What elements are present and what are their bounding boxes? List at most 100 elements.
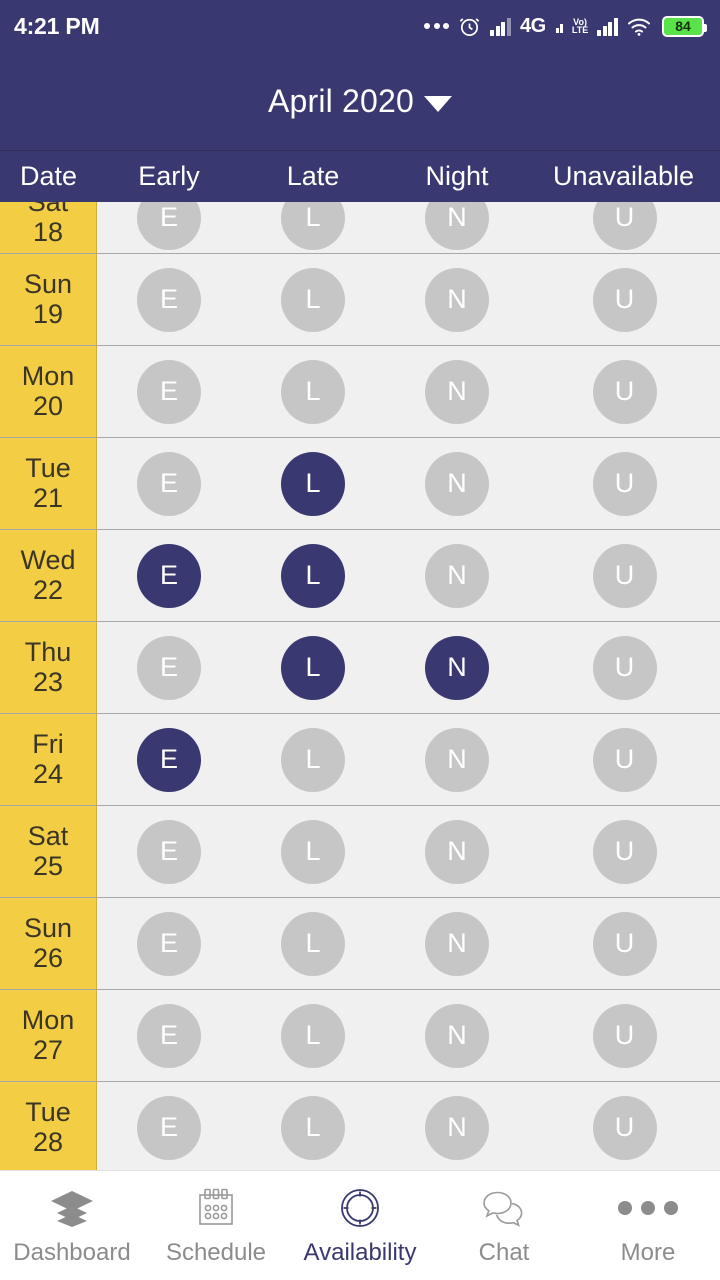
slot-cell-unavailable[interactable]: U — [529, 346, 720, 437]
slot-cell-unavailable[interactable]: U — [529, 806, 720, 897]
slot-toggle-early[interactable]: E — [137, 202, 201, 250]
nav-item-dashboard[interactable]: Dashboard — [0, 1171, 144, 1280]
date-cell: Mon 27 — [0, 990, 97, 1081]
slot-cell-late[interactable]: L — [241, 990, 385, 1081]
slot-toggle-early[interactable]: E — [137, 1003, 201, 1068]
slot-cell-unavailable[interactable]: U — [529, 714, 720, 805]
slot-toggle-unavailable[interactable]: U — [592, 635, 657, 700]
slot-toggle-late[interactable]: L — [281, 1003, 345, 1068]
slot-cell-night[interactable]: N — [385, 202, 529, 253]
slot-cell-unavailable[interactable]: U — [529, 990, 720, 1081]
slot-cell-night[interactable]: N — [385, 622, 529, 713]
slot-toggle-early[interactable]: E — [137, 1095, 201, 1160]
slot-toggle-late[interactable]: L — [281, 543, 345, 608]
slot-toggle-unavailable[interactable]: U — [592, 202, 657, 250]
slot-toggle-late[interactable]: L — [281, 202, 345, 250]
slot-toggle-unavailable[interactable]: U — [592, 451, 657, 516]
nav-item-more[interactable]: More — [576, 1171, 720, 1280]
slot-cell-night[interactable]: N — [385, 254, 529, 345]
nav-item-chat[interactable]: Chat — [432, 1171, 576, 1280]
date-day-number: 21 — [32, 482, 64, 513]
slot-cell-unavailable[interactable]: U — [529, 530, 720, 621]
slot-toggle-early[interactable]: E — [137, 819, 201, 884]
slot-toggle-early[interactable]: E — [137, 635, 201, 700]
slot-cell-unavailable[interactable]: U — [529, 1082, 720, 1170]
nav-item-availability[interactable]: Availability — [288, 1171, 432, 1280]
slot-cell-night[interactable]: N — [385, 990, 529, 1081]
slot-cell-unavailable[interactable]: U — [529, 438, 720, 529]
slot-toggle-night[interactable]: N — [425, 267, 489, 332]
slot-toggle-unavailable[interactable]: U — [592, 1095, 657, 1160]
slot-cell-early[interactable]: E — [97, 990, 241, 1081]
slot-toggle-unavailable[interactable]: U — [592, 819, 657, 884]
alarm-clock-icon — [458, 15, 481, 38]
slot-toggle-unavailable[interactable]: U — [592, 911, 657, 976]
slot-cell-night[interactable]: N — [385, 346, 529, 437]
availability-table[interactable]: Sat 18 E L N U Sun 19 E L N U Mon 20 E L N U Tue 21 E L N U Wed 2… — [0, 202, 720, 1170]
slot-toggle-early[interactable]: E — [137, 267, 201, 332]
slot-toggle-late[interactable]: L — [281, 911, 345, 976]
slot-toggle-unavailable[interactable]: U — [592, 727, 657, 792]
slot-cell-night[interactable]: N — [385, 898, 529, 989]
slot-cell-night[interactable]: N — [385, 530, 529, 621]
slot-toggle-late[interactable]: L — [281, 727, 345, 792]
slot-toggle-night[interactable]: N — [425, 911, 489, 976]
slot-cell-late[interactable]: L — [241, 346, 385, 437]
slot-cell-night[interactable]: N — [385, 714, 529, 805]
slot-cell-unavailable[interactable]: U — [529, 898, 720, 989]
slot-cell-late[interactable]: L — [241, 714, 385, 805]
slot-cell-early[interactable]: E — [97, 438, 241, 529]
slot-cell-early[interactable]: E — [97, 1082, 241, 1170]
chevron-down-icon[interactable] — [424, 96, 453, 112]
volte-bottom: LTE — [571, 25, 589, 35]
slot-cell-early[interactable]: E — [97, 806, 241, 897]
slot-toggle-unavailable[interactable]: U — [592, 267, 657, 332]
slot-cell-early[interactable]: E — [97, 714, 241, 805]
slot-toggle-early[interactable]: E — [137, 911, 201, 976]
slot-toggle-night[interactable]: N — [425, 1095, 489, 1160]
slot-toggle-unavailable[interactable]: U — [592, 1003, 657, 1068]
slot-cell-night[interactable]: N — [385, 438, 529, 529]
slot-toggle-unavailable[interactable]: U — [592, 359, 657, 424]
slot-toggle-late[interactable]: L — [281, 819, 345, 884]
slot-toggle-night[interactable]: N — [425, 543, 489, 608]
slot-cell-early[interactable]: E — [97, 898, 241, 989]
slot-toggle-night[interactable]: N — [425, 819, 489, 884]
slot-toggle-late[interactable]: L — [281, 451, 345, 516]
slot-cell-late[interactable]: L — [241, 806, 385, 897]
nav-item-schedule[interactable]: Schedule — [144, 1171, 288, 1280]
slot-toggle-night[interactable]: N — [425, 202, 489, 250]
slot-cell-late[interactable]: L — [241, 1082, 385, 1170]
slot-cell-early[interactable]: E — [97, 254, 241, 345]
slot-toggle-late[interactable]: L — [281, 635, 345, 700]
slot-toggle-early[interactable]: E — [137, 727, 201, 792]
month-selector[interactable]: April 2020 — [0, 52, 720, 150]
slot-toggle-late[interactable]: L — [281, 1095, 345, 1160]
slot-cell-late[interactable]: L — [241, 530, 385, 621]
slot-toggle-night[interactable]: N — [425, 635, 489, 700]
slot-toggle-early[interactable]: E — [137, 451, 201, 516]
slot-toggle-night[interactable]: N — [425, 451, 489, 516]
slot-cell-night[interactable]: N — [385, 1082, 529, 1170]
slot-cell-late[interactable]: L — [241, 438, 385, 529]
slot-cell-late[interactable]: L — [241, 202, 385, 253]
slot-cell-early[interactable]: E — [97, 346, 241, 437]
slot-toggle-night[interactable]: N — [425, 359, 489, 424]
slot-toggle-late[interactable]: L — [281, 267, 345, 332]
slot-cell-late[interactable]: L — [241, 898, 385, 989]
slot-toggle-late[interactable]: L — [281, 359, 345, 424]
slot-toggle-early[interactable]: E — [137, 543, 201, 608]
slot-cell-night[interactable]: N — [385, 806, 529, 897]
slot-toggle-unavailable[interactable]: U — [592, 543, 657, 608]
slot-cell-late[interactable]: L — [241, 622, 385, 713]
slot-toggle-night[interactable]: N — [425, 727, 489, 792]
slot-cell-early[interactable]: E — [97, 202, 241, 253]
slot-toggle-night[interactable]: N — [425, 1003, 489, 1068]
slot-cell-early[interactable]: E — [97, 622, 241, 713]
slot-toggle-early[interactable]: E — [137, 359, 201, 424]
slot-cell-unavailable[interactable]: U — [529, 254, 720, 345]
slot-cell-late[interactable]: L — [241, 254, 385, 345]
slot-cell-unavailable[interactable]: U — [529, 622, 720, 713]
slot-cell-early[interactable]: E — [97, 530, 241, 621]
slot-cell-unavailable[interactable]: U — [529, 202, 720, 253]
